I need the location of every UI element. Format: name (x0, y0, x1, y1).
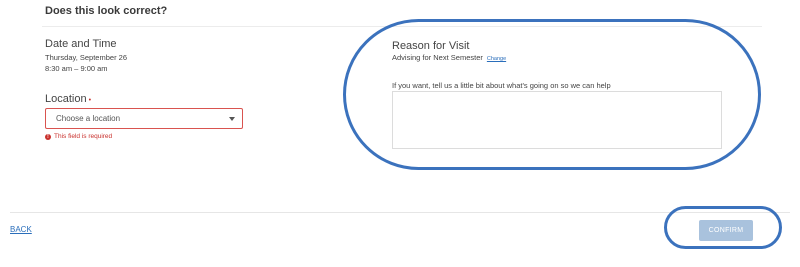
page-header-title: Does this look correct? (45, 5, 168, 17)
appointment-time: 8:30 am – 9:00 am (45, 64, 108, 73)
reason-highlight-oval (343, 19, 761, 170)
location-error: ! This field is required (45, 133, 112, 140)
back-link[interactable]: BACK (10, 225, 32, 234)
chevron-down-icon (229, 117, 235, 121)
error-icon: ! (45, 133, 51, 140)
location-label-text: Location (45, 93, 87, 105)
location-select[interactable]: Choose a location (45, 108, 243, 129)
location-error-text: This field is required (54, 133, 113, 140)
location-select-value: Choose a location (56, 114, 121, 123)
location-label: Location • (45, 93, 91, 105)
required-marker: • (88, 97, 92, 104)
date-time-heading: Date and Time (45, 38, 117, 50)
confirm-highlight-oval (664, 206, 782, 249)
appointment-date: Thursday, September 26 (45, 53, 127, 62)
